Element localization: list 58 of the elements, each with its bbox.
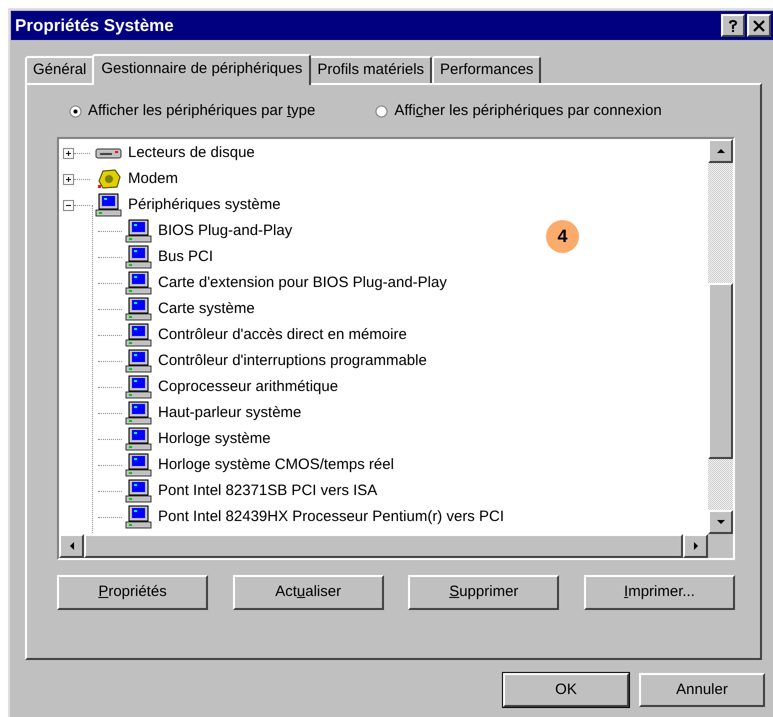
action-button[interactable]: Supprimer [408,575,560,610]
tab[interactable]: Performances [432,56,542,83]
computer-icon [125,427,153,451]
radio-button[interactable] [69,104,82,118]
computer-icon [125,505,153,529]
tree-item[interactable]: Lecteurs de disque [128,142,255,164]
action-button[interactable]: Propriétés [57,575,208,610]
action-button[interactable]: Actualiser [232,575,384,610]
scroll-down-button[interactable] [708,510,733,534]
tree-item[interactable]: Haut-parleur système [158,402,302,424]
tree-item[interactable]: Périphériques système [128,194,281,216]
computer-icon [125,375,153,399]
computer-icon [125,297,153,321]
computer-icon [125,271,153,295]
expand-icon[interactable] [63,148,74,158]
computer-icon [125,479,153,503]
modem-icon [95,167,123,191]
tree-item[interactable]: Bus PCI [158,246,214,268]
help-icon [728,18,738,32]
close-icon [753,20,765,32]
tree-item[interactable]: Horloge système CMOS/temps réel [158,454,394,476]
window-title: Propriétés Système [15,14,174,37]
tree-item[interactable]: Carte système [158,298,255,320]
computer-icon [125,349,153,373]
radio-button[interactable] [375,104,388,118]
computer-icon [125,453,153,477]
tree-item[interactable]: Pont Intel 82371SB PCI vers ISA [158,480,378,502]
help-button[interactable] [721,14,745,37]
tab[interactable]: Général [25,56,94,83]
cancel-button[interactable]: Annuler [639,673,765,707]
expand-icon[interactable] [63,174,74,184]
tree-item[interactable]: Contrôleur d'accès direct en mémoire [158,324,407,346]
computer-icon [125,219,153,243]
tab[interactable]: Gestionnaire de périphériques [92,54,312,85]
radio-label[interactable]: Afficher les périphériques par connexion [394,100,662,122]
tree-item[interactable]: Contrôleur d'interruptions programmable [158,350,427,372]
tree-item[interactable]: Carte d'extension pour BIOS Plug-and-Play [158,272,447,294]
close-button[interactable] [747,14,771,37]
radio-label[interactable]: Afficher les périphériques par type [88,100,316,122]
tree-item[interactable]: Horloge système [158,428,271,450]
callout-badge: 4 [546,220,579,253]
scroll-up-button[interactable] [708,139,733,163]
scrollbar-corner [708,534,733,558]
tree-item[interactable]: BIOS Plug-and-Play [158,220,292,242]
action-button[interactable]: Imprimer... [584,575,735,610]
computer-icon [125,401,153,425]
collapse-icon[interactable] [63,200,74,210]
tree-item[interactable]: Modem [128,168,178,190]
computer-icon [125,323,153,347]
scroll-left-button[interactable] [59,534,84,558]
computer-icon [125,245,153,269]
tree-item[interactable]: Pont Intel 82439HX Processeur Pentium(r) vers PCI [158,506,504,528]
scroll-right-button[interactable] [683,534,708,558]
computer-icon [95,193,123,217]
tab[interactable]: Profils matériels [309,56,432,83]
ok-button[interactable]: OK [503,673,629,707]
scroll-thumb[interactable] [708,283,733,459]
tree-item[interactable]: Coprocesseur arithmétique [158,376,338,398]
